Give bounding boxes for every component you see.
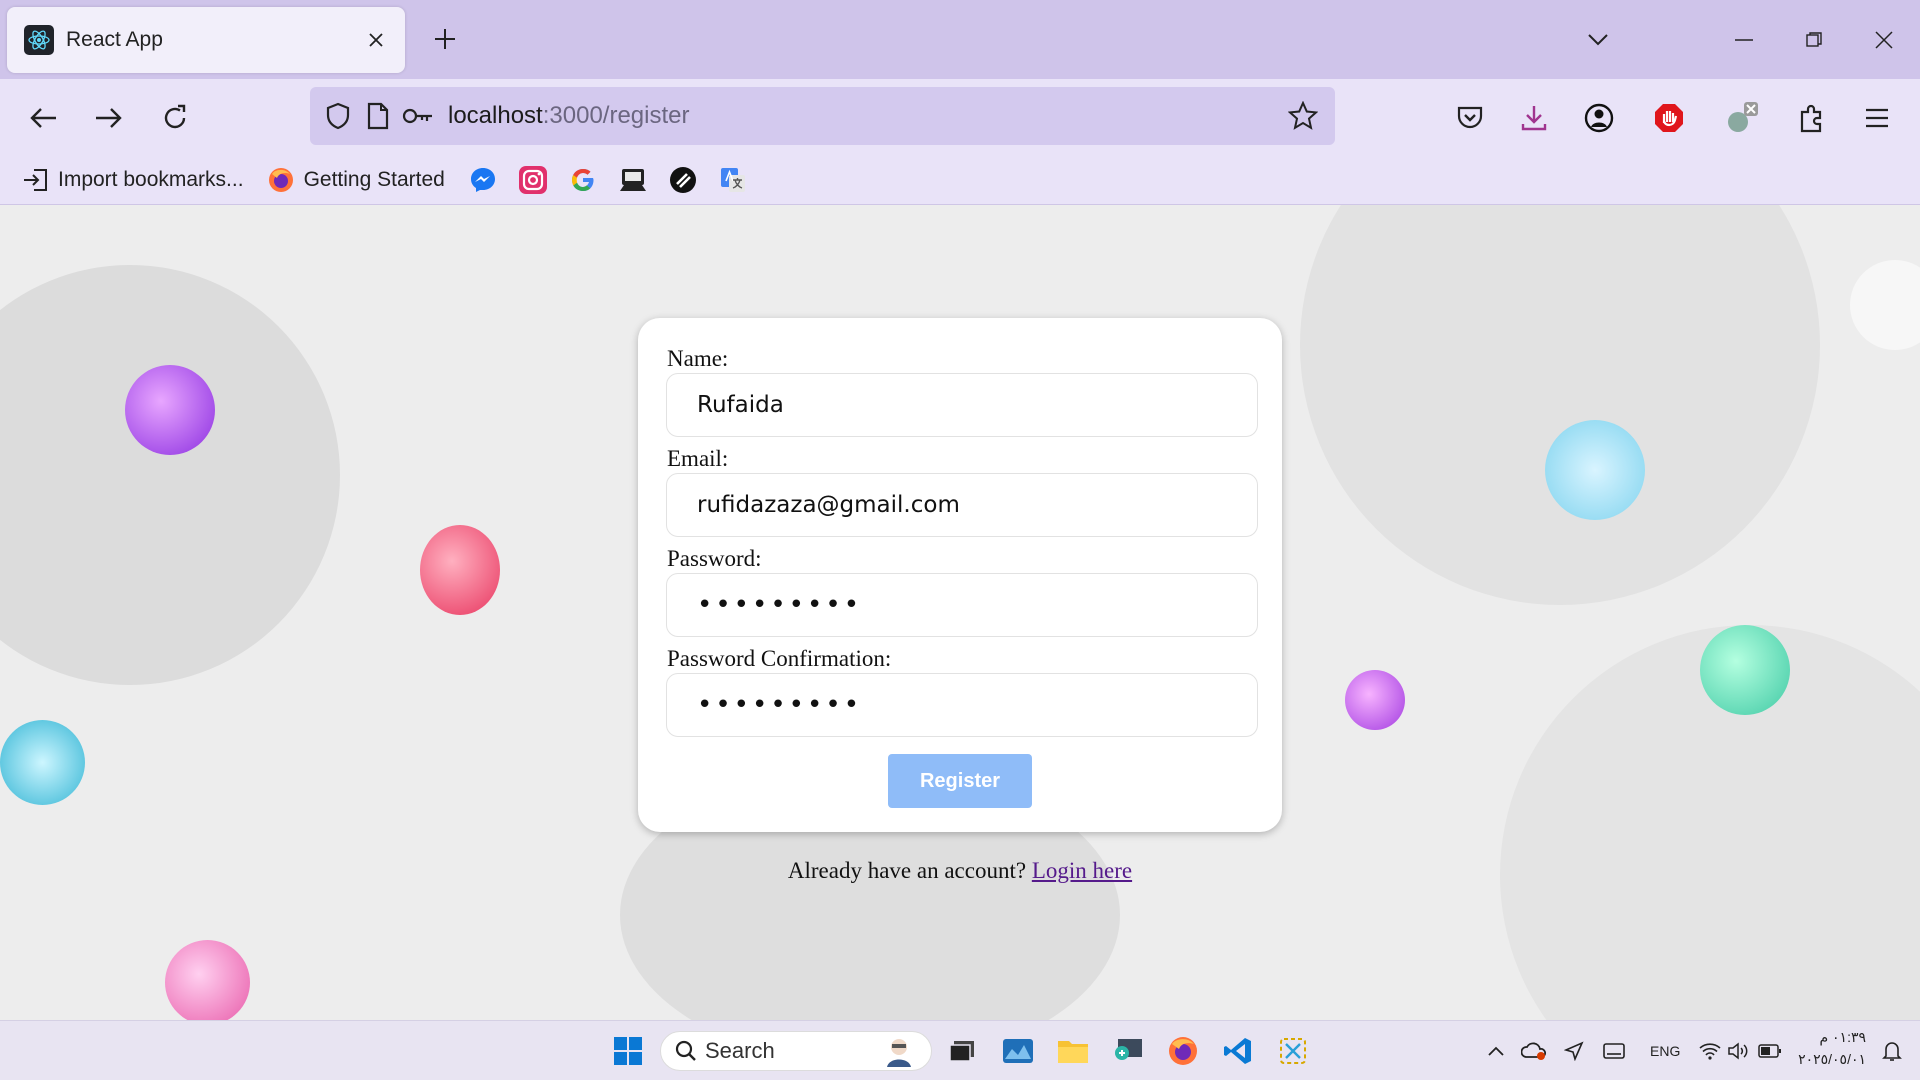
extensions-puzzle-icon[interactable] xyxy=(1790,96,1834,140)
firefox-taskbar-icon[interactable] xyxy=(1165,1033,1201,1069)
import-icon xyxy=(20,165,50,195)
wallpaper-shape xyxy=(0,265,340,685)
password-input[interactable]: ••••••••• xyxy=(666,573,1258,637)
file-explorer-icon[interactable] xyxy=(1055,1033,1091,1069)
language-indicator[interactable]: ENG xyxy=(1650,1043,1680,1059)
bookmark-getting-started-label: Getting Started xyxy=(303,167,445,191)
address-bar[interactable]: localhost:3000/register xyxy=(310,87,1335,145)
close-window-icon[interactable] xyxy=(1862,18,1906,62)
task-view-icon[interactable] xyxy=(944,1033,980,1069)
battery-icon[interactable] xyxy=(1756,1037,1784,1065)
ublock-extension-icon[interactable] xyxy=(1647,96,1691,140)
clock-date[interactable]: ٢٠٢٥/٠٥/٠١ xyxy=(1796,1051,1866,1068)
instagram-icon[interactable] xyxy=(517,164,549,196)
translate-extension-icon[interactable] xyxy=(1720,96,1764,140)
email-label: Email: xyxy=(667,446,729,471)
tab-title: React App xyxy=(66,28,163,51)
decorative-orb-green xyxy=(1700,625,1790,715)
search-placeholder: Search xyxy=(705,1038,775,1063)
wifi-icon[interactable] xyxy=(1696,1037,1724,1065)
onedrive-icon[interactable] xyxy=(1520,1037,1548,1065)
volume-icon[interactable] xyxy=(1724,1037,1752,1065)
tab-list-chevron-icon[interactable] xyxy=(1576,18,1620,62)
google-icon[interactable] xyxy=(567,164,599,196)
account-icon[interactable] xyxy=(1577,96,1621,140)
name-input[interactable]: Rufaida xyxy=(666,373,1258,437)
page-viewport: Name: Rufaida Email: rufidazaza@gmail.co… xyxy=(0,205,1920,1020)
decorative-orb-white xyxy=(1850,260,1920,350)
menu-hamburger-icon[interactable] xyxy=(1855,96,1899,140)
url-text[interactable]: localhost:3000/register xyxy=(448,102,1283,130)
key-icon[interactable] xyxy=(398,96,438,136)
decorative-orb-purple xyxy=(125,365,215,455)
windows-start-icon[interactable] xyxy=(610,1033,646,1069)
close-tab-icon[interactable] xyxy=(359,23,393,57)
tray-chevron-up-icon[interactable] xyxy=(1482,1037,1510,1065)
remote-desktop-icon[interactable] xyxy=(1110,1033,1146,1069)
firefox-icon xyxy=(266,165,296,195)
notification-bell-icon[interactable] xyxy=(1878,1037,1906,1065)
decorative-orb-violet xyxy=(1345,670,1405,730)
register-button[interactable]: Register xyxy=(888,754,1032,808)
back-arrow-icon[interactable] xyxy=(21,96,65,140)
url-host: localhost xyxy=(448,102,543,129)
shield-icon[interactable] xyxy=(318,96,358,136)
bookmark-import[interactable]: Import bookmarks... xyxy=(20,160,244,200)
bookmark-star-icon[interactable] xyxy=(1283,96,1323,136)
widgets-icon[interactable] xyxy=(1000,1033,1036,1069)
forward-arrow-icon[interactable] xyxy=(87,96,131,140)
terminal-site-icon[interactable] xyxy=(617,164,649,196)
linked-site-icon[interactable] xyxy=(667,164,699,196)
login-prompt-text: Already have an account? xyxy=(787,858,1032,883)
minimize-icon[interactable] xyxy=(1722,18,1766,62)
wallpaper-shape xyxy=(1300,205,1820,605)
decorative-orb-blue xyxy=(1545,420,1645,520)
pocket-icon[interactable] xyxy=(1448,96,1492,140)
vscode-icon[interactable] xyxy=(1220,1033,1256,1069)
bookmark-getting-started[interactable]: Getting Started xyxy=(266,160,445,200)
url-path: :3000/register xyxy=(542,102,690,129)
messenger-icon[interactable] xyxy=(467,164,499,196)
password-confirmation-label: Password Confirmation: xyxy=(667,646,892,671)
keyboard-icon[interactable] xyxy=(1600,1037,1628,1065)
react-logo-icon xyxy=(24,25,54,55)
clock-time[interactable]: ٠١:٣٩ م xyxy=(1800,1029,1866,1046)
location-icon[interactable] xyxy=(1560,1037,1588,1065)
taskbar-search[interactable]: Search xyxy=(660,1031,932,1071)
bookmarks-toolbar: Import bookmarks... Getting Started xyxy=(0,155,1920,205)
decorative-orb-magenta xyxy=(165,940,250,1020)
new-tab-button[interactable] xyxy=(426,20,464,58)
login-prompt: Already have an account? Login here xyxy=(0,858,1920,884)
browser-tab[interactable]: React App xyxy=(7,7,405,73)
snipping-tool-icon[interactable] xyxy=(1275,1033,1311,1069)
email-input[interactable]: rufidazaza@gmail.com xyxy=(666,473,1258,537)
search-icon xyxy=(675,1040,697,1062)
downloads-icon[interactable] xyxy=(1512,96,1556,140)
search-highlight-icon xyxy=(879,1035,919,1067)
register-form-card: Name: Rufaida Email: rufidazaza@gmail.co… xyxy=(638,318,1282,832)
bookmark-import-label: Import bookmarks... xyxy=(58,167,244,191)
taskbar: Search ENG ٠١:٣٩ م ٢٠٢٥/٠٥/٠١ xyxy=(0,1020,1920,1080)
restore-icon[interactable] xyxy=(1792,18,1836,62)
password-label: Password: xyxy=(667,546,762,571)
login-link[interactable]: Login here xyxy=(1032,858,1132,883)
decorative-orb-pink xyxy=(420,525,500,615)
navigation-bar: localhost:3000/register xyxy=(0,79,1920,155)
page-info-icon[interactable] xyxy=(358,96,398,136)
decorative-orb-cyan xyxy=(0,720,85,805)
name-label: Name: xyxy=(667,346,729,371)
password-confirmation-input[interactable]: ••••••••• xyxy=(666,673,1258,737)
google-translate-icon[interactable] xyxy=(717,164,749,196)
reload-icon[interactable] xyxy=(153,96,197,140)
tab-bar: React App xyxy=(0,0,1920,79)
